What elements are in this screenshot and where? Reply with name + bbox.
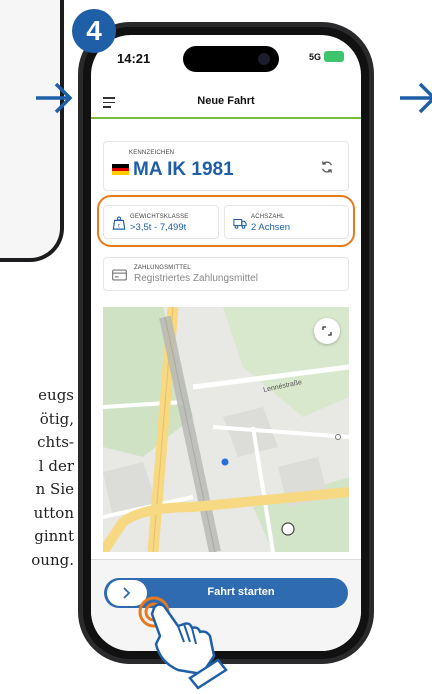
instruction-line: n Sie xyxy=(35,480,74,498)
top-nav: Neue Fahrt xyxy=(91,87,361,119)
instruction-line: l der xyxy=(38,456,74,475)
credit-card-icon xyxy=(112,269,127,281)
step-badge: 4 xyxy=(72,9,116,53)
instruction-line: eugs xyxy=(38,386,74,404)
instruction-line: utton xyxy=(33,503,74,522)
phone-frame: 14:21 5G Neue Fahrt KENNZEICHEN MA IK 19… xyxy=(78,22,374,664)
instruction-line: ötig, xyxy=(39,409,74,428)
tap-hand-icon xyxy=(138,596,228,690)
highlight-outline xyxy=(97,195,355,247)
arrow-right-icon xyxy=(36,82,73,114)
license-plate-card[interactable]: KENNZEICHEN MA IK 1981 xyxy=(103,141,349,191)
expand-icon xyxy=(322,326,332,336)
route-map[interactable]: Lennéstraße xyxy=(103,307,349,552)
arrow-right-icon xyxy=(400,82,432,114)
map-canvas xyxy=(103,307,349,552)
page-title: Neue Fahrt xyxy=(197,95,255,107)
refresh-icon[interactable] xyxy=(320,160,334,174)
status-bar: 14:21 5G xyxy=(91,35,361,79)
previous-step-phone xyxy=(0,0,64,262)
instruction-line: chts- xyxy=(37,433,74,451)
network-indicator: 5G xyxy=(308,52,321,62)
app-screen: 14:21 5G Neue Fahrt KENNZEICHEN MA IK 19… xyxy=(91,35,361,651)
plate-value: MA IK 1981 xyxy=(133,159,234,180)
battery-icon xyxy=(324,51,344,62)
status-time: 14:21 xyxy=(117,51,151,66)
payment-value: Registriertes Zahlungsmittel xyxy=(134,273,258,284)
expand-map-button[interactable] xyxy=(314,318,340,344)
germany-flag-icon xyxy=(112,164,129,175)
payment-label: ZAHLUNGSMITTEL xyxy=(134,265,191,271)
instruction-text: eugs ötig, chts- l der n Sie utton ginnt… xyxy=(0,384,74,572)
payment-method-card[interactable]: ZAHLUNGSMITTEL Registriertes Zahlungsmit… xyxy=(103,257,349,291)
instruction-line: oung. xyxy=(31,550,74,569)
plate-label: KENNZEICHEN xyxy=(129,150,175,156)
dynamic-island xyxy=(183,46,279,72)
instruction-line: ginnt xyxy=(34,527,74,545)
